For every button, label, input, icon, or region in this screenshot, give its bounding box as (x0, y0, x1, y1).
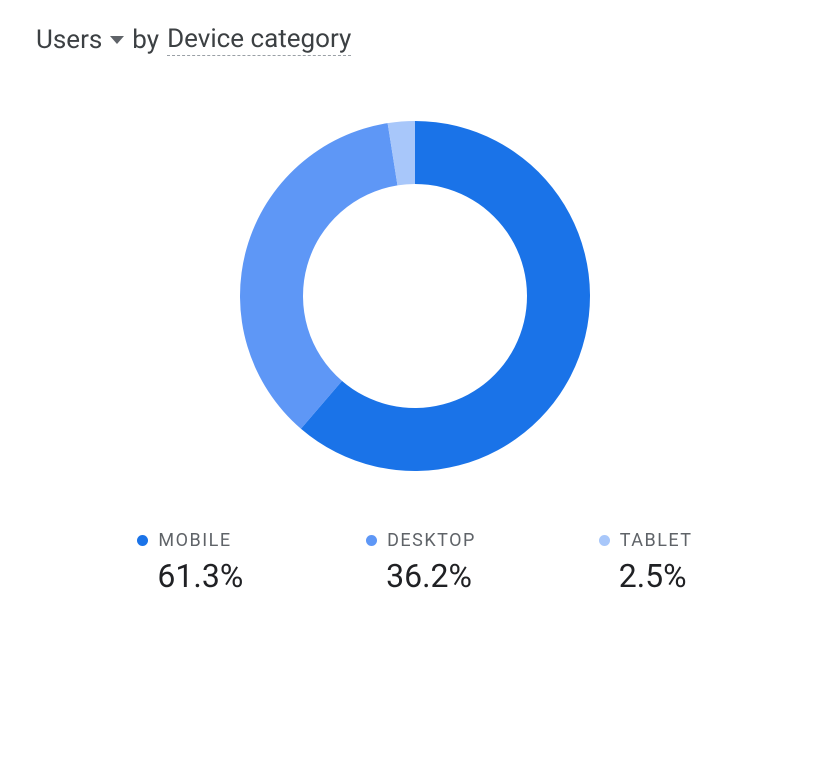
legend-dot (137, 535, 148, 546)
legend-item-mobile[interactable]: MOBILE 61.3% (137, 530, 243, 595)
chart-container (36, 116, 794, 480)
legend-item-desktop[interactable]: DESKTOP 36.2% (366, 530, 476, 595)
legend-value: 2.5% (599, 557, 687, 595)
legend-label: DESKTOP (387, 530, 476, 551)
legend-top: DESKTOP (366, 530, 476, 551)
donut-chart (235, 116, 595, 480)
chevron-down-icon (110, 36, 124, 44)
donut-svg (235, 116, 595, 476)
legend-value: 36.2% (366, 557, 472, 595)
legend-dot (366, 535, 377, 546)
chart-header: Users by Device category (36, 24, 794, 56)
legend-top: TABLET (599, 530, 693, 551)
legend: MOBILE 61.3% DESKTOP 36.2% TABLET 2.5% (36, 530, 794, 595)
by-text: by (132, 25, 159, 55)
legend-dot (599, 535, 610, 546)
donut-slice-desktop[interactable] (240, 123, 397, 429)
metric-label: Users (36, 25, 102, 55)
legend-label: MOBILE (158, 530, 231, 551)
legend-top: MOBILE (137, 530, 231, 551)
legend-label: TABLET (620, 530, 693, 551)
metric-dropdown[interactable]: Users (36, 25, 124, 55)
dimension-label[interactable]: Device category (167, 24, 351, 56)
legend-value: 61.3% (137, 557, 243, 595)
legend-item-tablet[interactable]: TABLET 2.5% (599, 530, 693, 595)
